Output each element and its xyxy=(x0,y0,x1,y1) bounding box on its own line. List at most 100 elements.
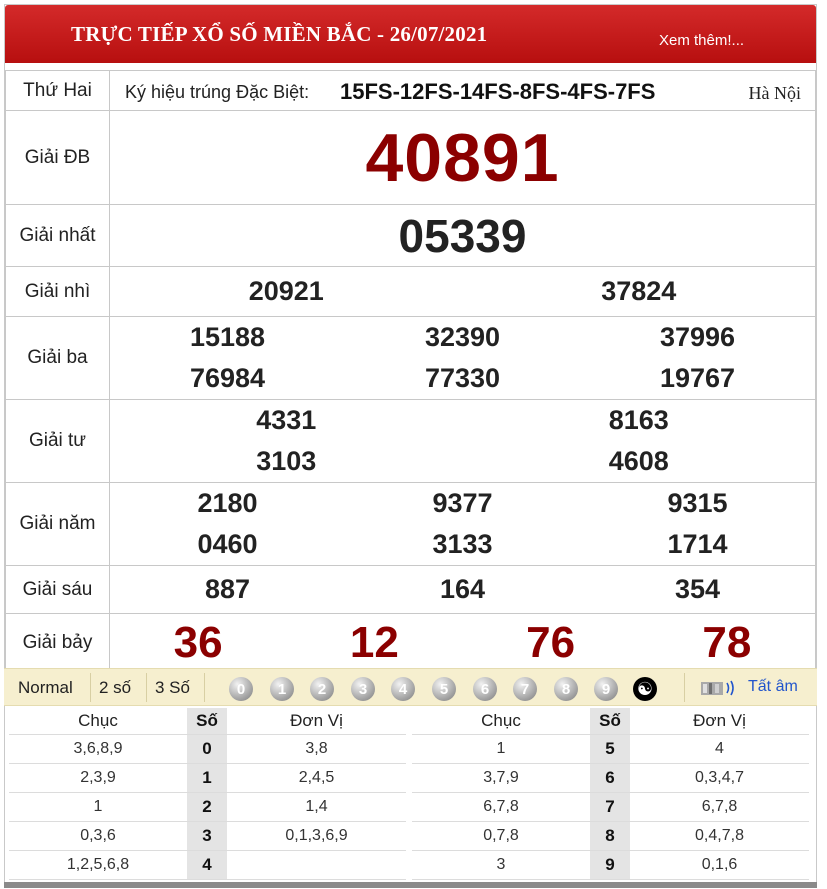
prize-row-g3: Giải ba 15188 76984 32390 77330 37996 19767 xyxy=(5,316,816,400)
weekday-label: Thứ Hai xyxy=(5,70,110,111)
digit-ball-2[interactable]: 2 xyxy=(310,677,334,701)
loto-header-donvi: Đơn Vị xyxy=(630,708,809,735)
prize-label-g1: Giải nhất xyxy=(5,204,110,267)
prize-number: 4608 xyxy=(608,446,669,476)
loto-chuc: 1,2,5,6,8 xyxy=(9,850,187,880)
prize-number: 37996 xyxy=(659,322,736,352)
prize-label-g7: Giải bảy xyxy=(5,613,110,672)
digit-ball-9[interactable]: 9 xyxy=(594,677,618,701)
prize-db-number: 40891 xyxy=(365,119,560,196)
display-toolbar: Normal 2 số 3 Số 0 1 2 3 4 5 6 7 8 9 ☯ T… xyxy=(4,668,817,706)
prize-row-g6: Giải sáu 887 164 354 xyxy=(5,565,816,614)
prize-row-db: Giải ĐB 40891 xyxy=(5,110,816,205)
loto-header-so: Số xyxy=(187,708,227,735)
loto-donvi: 2,4,5 xyxy=(227,763,406,793)
prize-number: 19767 xyxy=(659,363,736,393)
loto-so: 8 xyxy=(590,821,630,851)
prize-number: 1714 xyxy=(667,529,728,559)
loto-header-chuc: Chục xyxy=(9,708,187,735)
prize-number: 20921 xyxy=(248,276,324,306)
divider xyxy=(90,673,91,702)
digit-ball-6[interactable]: 6 xyxy=(473,677,497,701)
loto-so: 6 xyxy=(590,763,630,793)
yin-yang-icon[interactable]: ☯ xyxy=(633,677,657,701)
prize-row-g7: Giải bảy 36 12 76 78 xyxy=(5,613,816,672)
loto-donvi: 4 xyxy=(630,734,809,764)
loto-so: 3 xyxy=(187,821,227,851)
prize-number: 76 xyxy=(526,617,576,667)
loto-row: 3,6,8,9 0 3,8 xyxy=(9,734,406,764)
prize-number: 77330 xyxy=(424,363,501,393)
prize-number: 12 xyxy=(349,617,399,667)
prize-number: 8163 xyxy=(608,405,669,435)
loto-row: 1,2,5,6,8 4 xyxy=(9,850,406,880)
loto-chuc: 6,7,8 xyxy=(412,792,590,822)
loto-so: 5 xyxy=(590,734,630,764)
loto-row: 6,7,8 7 6,7,8 xyxy=(412,792,809,822)
loto-so: 0 xyxy=(187,734,227,764)
prize-row-g2: Giải nhì 20921 37824 xyxy=(5,266,816,317)
loto-donvi xyxy=(227,850,406,880)
prize-g1-number: 05339 xyxy=(398,209,527,262)
loto-row: 3,7,9 6 0,3,4,7 xyxy=(412,763,809,793)
prize-label-g4: Giải tư xyxy=(5,399,110,483)
prize-number: 2180 xyxy=(197,488,258,518)
prize-number: 354 xyxy=(674,574,721,604)
results-table: Thứ Hai Ký hiệu trúng Đặc Biệt: 15FS-12F… xyxy=(5,70,816,672)
loto-row: 1 2 1,4 xyxy=(9,792,406,822)
mode-normal-button[interactable]: Normal xyxy=(18,678,73,698)
loto-donvi: 0,3,4,7 xyxy=(630,763,809,793)
digit-ball-7[interactable]: 7 xyxy=(513,677,537,701)
mode-2-digit-button[interactable]: 2 số xyxy=(99,678,131,698)
prize-row-g1: Giải nhất 05339 xyxy=(5,204,816,267)
prize-number: 36 xyxy=(173,617,223,667)
speaker-icon[interactable] xyxy=(699,678,739,698)
mute-toggle[interactable]: Tất âm xyxy=(748,678,798,696)
loto-header-chuc: Chục xyxy=(412,708,590,735)
digit-ball-8[interactable]: 8 xyxy=(554,677,578,701)
prize-number: 9377 xyxy=(432,488,493,518)
prize-label-g3: Giải ba xyxy=(5,316,110,400)
loto-row: 0,7,8 8 0,4,7,8 xyxy=(412,821,809,851)
loto-header-so: Số xyxy=(590,708,630,735)
loto-header-row: Chục Số Đơn Vị xyxy=(9,708,406,735)
loto-chuc: 0,3,6 xyxy=(9,821,187,851)
loto-donvi: 0,4,7,8 xyxy=(630,821,809,851)
loto-table-right: Chục Số Đơn Vị 154 3,7,9 6 0,3,4,7 6,7,8 7 6… xyxy=(412,708,809,880)
loto-header-row: Chục Số Đơn Vị xyxy=(412,708,809,735)
prize-number: 78 xyxy=(702,617,752,667)
divider xyxy=(204,673,205,702)
digit-ball-5[interactable]: 5 xyxy=(432,677,456,701)
loto-so: 2 xyxy=(187,792,227,822)
loto-donvi: 0,1,6 xyxy=(630,850,809,880)
loto-row: 3 9 0,1,6 xyxy=(412,850,809,880)
prize-label-db: Giải ĐB xyxy=(5,110,110,205)
mode-3-digit-button[interactable]: 3 Số xyxy=(155,678,190,698)
loto-row: 154 xyxy=(412,734,809,764)
loto-so: 4 xyxy=(187,850,227,880)
digit-ball-1[interactable]: 1 xyxy=(270,677,294,701)
prize-number: 164 xyxy=(439,574,486,604)
see-more-link[interactable]: Xem thêm!... xyxy=(659,32,744,49)
digit-ball-4[interactable]: 4 xyxy=(391,677,415,701)
divider xyxy=(684,673,685,702)
header-bar: TRỰC TIẾP XỔ SỐ MIỀN BẮC - 26/07/2021 Xe… xyxy=(5,5,816,63)
prize-label-g2: Giải nhì xyxy=(5,266,110,317)
loto-chuc: 0,7,8 xyxy=(412,821,590,851)
prize-row-g5: Giải năm 2180 0460 9377 3133 9315 1714 xyxy=(5,482,816,566)
loto-donvi: 6,7,8 xyxy=(630,792,809,822)
loto-chuc: 3,7,9 xyxy=(412,763,590,793)
digit-ball-3[interactable]: 3 xyxy=(351,677,375,701)
digit-ball-0[interactable]: 0 xyxy=(229,677,253,701)
loto-so: 1 xyxy=(187,763,227,793)
loto-donvi: 1,4 xyxy=(227,792,406,822)
loto-header-donvi: Đơn Vị xyxy=(227,708,406,735)
prize-number: 887 xyxy=(204,574,251,604)
prize-number: 3103 xyxy=(256,446,317,476)
loto-so: 7 xyxy=(590,792,630,822)
special-code-label: Ký hiệu trúng Đặc Biệt: xyxy=(125,82,310,102)
loto-chuc: 3 xyxy=(412,850,590,880)
prize-number: 15188 xyxy=(189,322,266,352)
special-codes: 15FS-12FS-14FS-8FS-4FS-7FS xyxy=(340,79,656,104)
loto-chuc: 1 xyxy=(9,792,187,822)
